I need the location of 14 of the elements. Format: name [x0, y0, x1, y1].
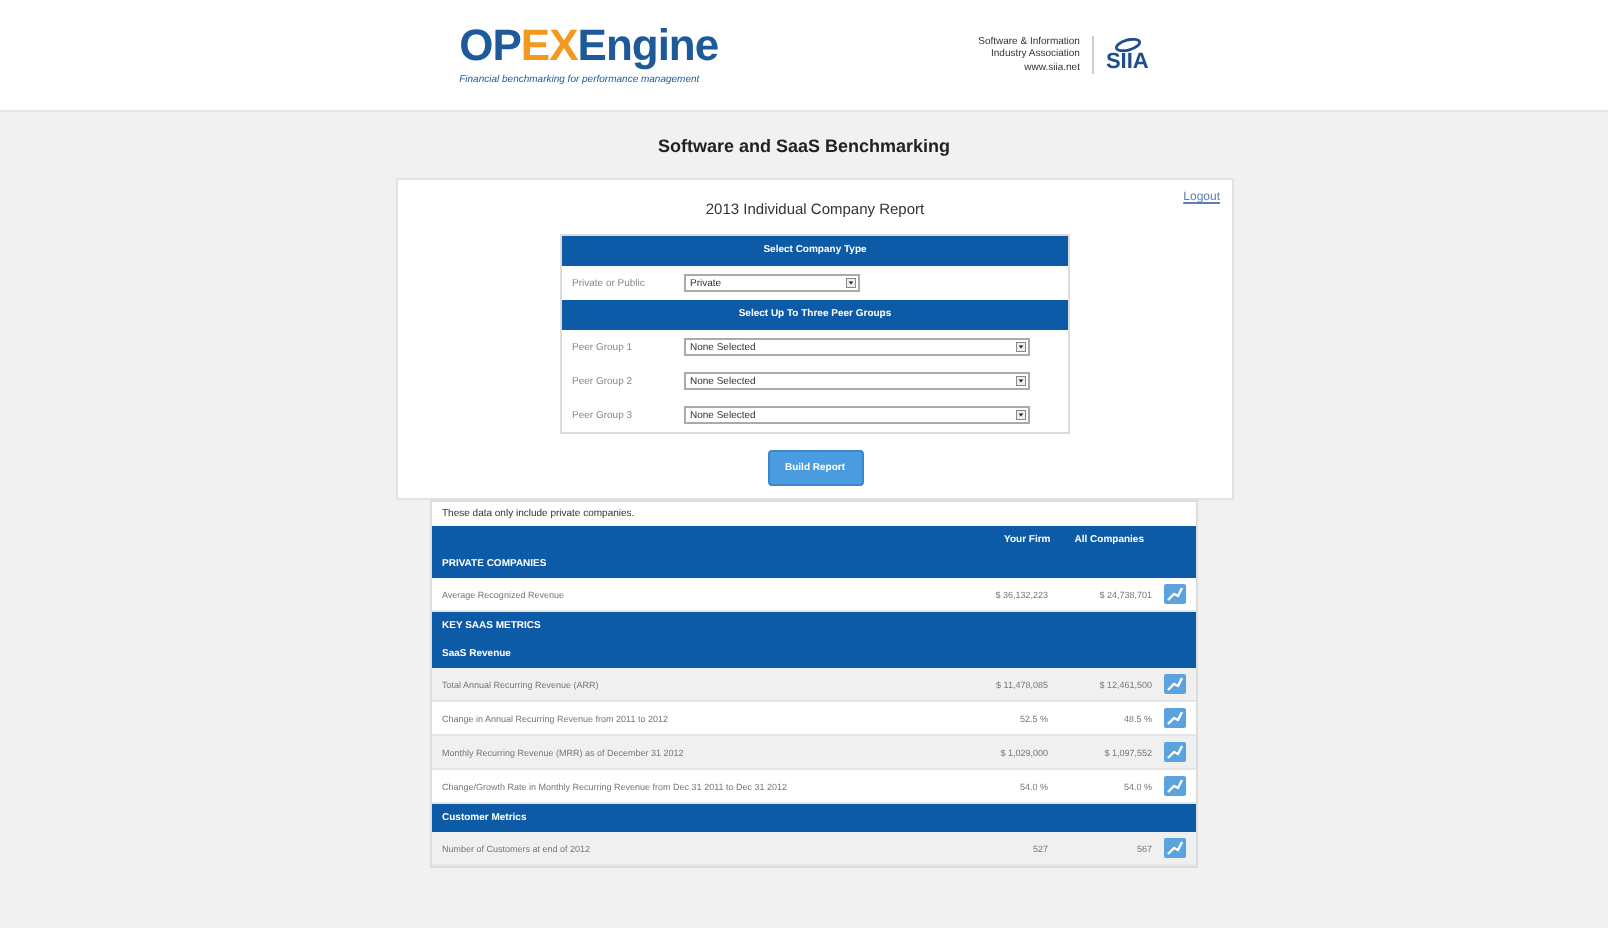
swoosh-icon: [1113, 37, 1142, 51]
caret-icon: [1016, 342, 1026, 352]
partner-logo: SIIA: [1105, 51, 1149, 73]
chart-icon[interactable]: [1164, 674, 1186, 694]
logo: OPEXEngine: [459, 24, 719, 68]
chart-icon[interactable]: [1164, 708, 1186, 728]
caret-icon: [846, 278, 856, 288]
chart-icon[interactable]: [1164, 838, 1186, 858]
chart-icon[interactable]: [1164, 776, 1186, 796]
chart-icon[interactable]: [1164, 742, 1186, 762]
chart-icon[interactable]: [1164, 584, 1186, 604]
caret-icon: [1016, 376, 1026, 386]
caret-icon: [1016, 410, 1026, 420]
page-title: Software and SaaS Benchmarking: [655, 136, 953, 156]
